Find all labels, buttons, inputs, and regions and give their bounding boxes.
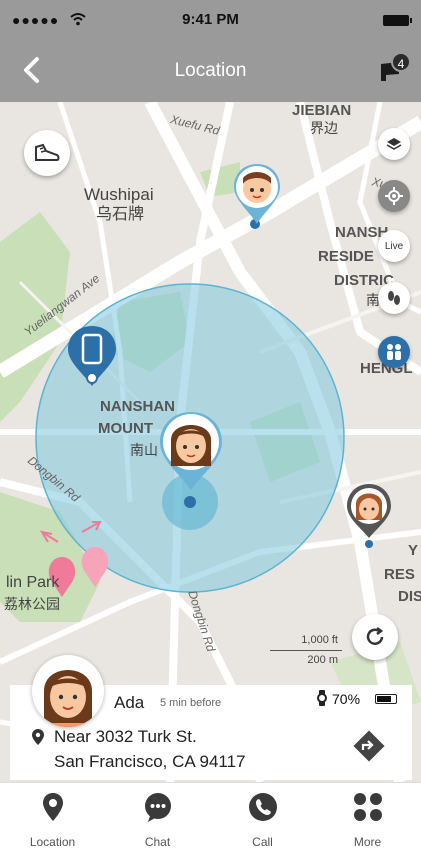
family-icon <box>387 344 401 360</box>
map-label-nanshan-mtn-2: MOUNT <box>98 420 153 437</box>
map-label-right-2: RES <box>384 566 415 583</box>
nav-bar: Location 4 <box>0 40 421 102</box>
girl-avatar-2-icon <box>347 484 391 548</box>
map-label-nanshan-res-2: RESIDE <box>318 248 374 265</box>
message-badge: 4 <box>391 52 411 72</box>
map-label-jiebian-cn: 界边 <box>310 120 338 136</box>
member-pin-girl-2[interactable] <box>344 482 394 548</box>
scale-bar <box>270 650 342 651</box>
tab-bar: Location Chat Call More <box>0 782 421 849</box>
crosshair-icon <box>385 187 403 205</box>
status-bar: ●●●●● 9:41 PM <box>0 0 421 40</box>
tab-location[interactable]: Location <box>0 783 105 849</box>
footprints-button[interactable] <box>378 282 410 314</box>
ada-avatar <box>32 655 104 727</box>
footprints-icon <box>388 291 400 305</box>
page-title: Location <box>174 60 247 81</box>
refresh-icon <box>366 627 384 645</box>
live-button[interactable]: Live <box>378 230 410 262</box>
directions-icon[interactable] <box>352 729 386 763</box>
tab-more[interactable]: More <box>315 783 420 849</box>
map-label-nanshan-mtn-cn: 南山 <box>130 442 158 458</box>
tab-call[interactable]: Call <box>210 783 315 849</box>
shoe-icon <box>35 143 60 161</box>
map-label-wushipai: Wushipai <box>84 185 154 204</box>
address-line-1: Near 3032 Turk St. <box>54 727 197 746</box>
scale-metric: 200 m <box>307 654 338 666</box>
map-scale: 1,000 ft 200 m <box>240 630 342 670</box>
member-info-card[interactable]: Ada 5 min before 70% Near 3032 Turk St. … <box>10 655 412 780</box>
tab-label: More <box>353 835 382 849</box>
tab-label: Location <box>29 835 76 849</box>
scale-imperial: 1,000 ft <box>301 634 338 646</box>
map-label-lin-park: lin Park <box>6 574 60 591</box>
tab-label: Call <box>252 835 273 849</box>
girl-avatar-large-icon <box>44 670 92 727</box>
last-update: 5 min before <box>160 697 222 709</box>
device-battery-icon <box>375 694 397 704</box>
location-pin-icon <box>43 793 63 821</box>
clock: 9:41 PM <box>182 11 239 28</box>
locate-me-button[interactable] <box>378 180 410 212</box>
layers-icon <box>386 138 402 150</box>
phone-icon <box>249 793 277 821</box>
address-pin-icon <box>32 729 44 745</box>
chat-bubble-icon <box>145 793 171 822</box>
map-label-jiebian: JIEBIAN <box>292 102 352 119</box>
girl-avatar-icon <box>160 412 222 490</box>
boy-avatar-icon <box>234 164 280 224</box>
member-pin-ada[interactable] <box>156 410 226 492</box>
layers-button[interactable] <box>378 128 410 160</box>
walk-mode-button[interactable] <box>24 130 70 176</box>
map-label-right-3: DIS <box>398 588 421 605</box>
phone-device-icon <box>68 326 116 386</box>
watch-icon <box>317 690 327 706</box>
member-pin-boy[interactable] <box>230 162 284 226</box>
battery-percent: 70% <box>332 691 361 707</box>
member-name: Ada <box>114 693 145 712</box>
refresh-button[interactable] <box>352 614 398 660</box>
map-label-right-1: Y <box>408 542 419 559</box>
address-line-2: San Francisco, CA 94117 <box>54 752 246 771</box>
grid-icon <box>354 793 382 821</box>
tab-chat[interactable]: Chat <box>105 783 210 849</box>
map-label-wushipai-cn: 乌石牌 <box>96 206 145 223</box>
family-button[interactable] <box>378 336 410 368</box>
battery-icon <box>383 15 412 26</box>
map-label-lin-park-cn: 荔林公园 <box>4 596 60 612</box>
device-pin-phone[interactable] <box>66 324 118 390</box>
tab-label: Chat <box>144 835 171 849</box>
